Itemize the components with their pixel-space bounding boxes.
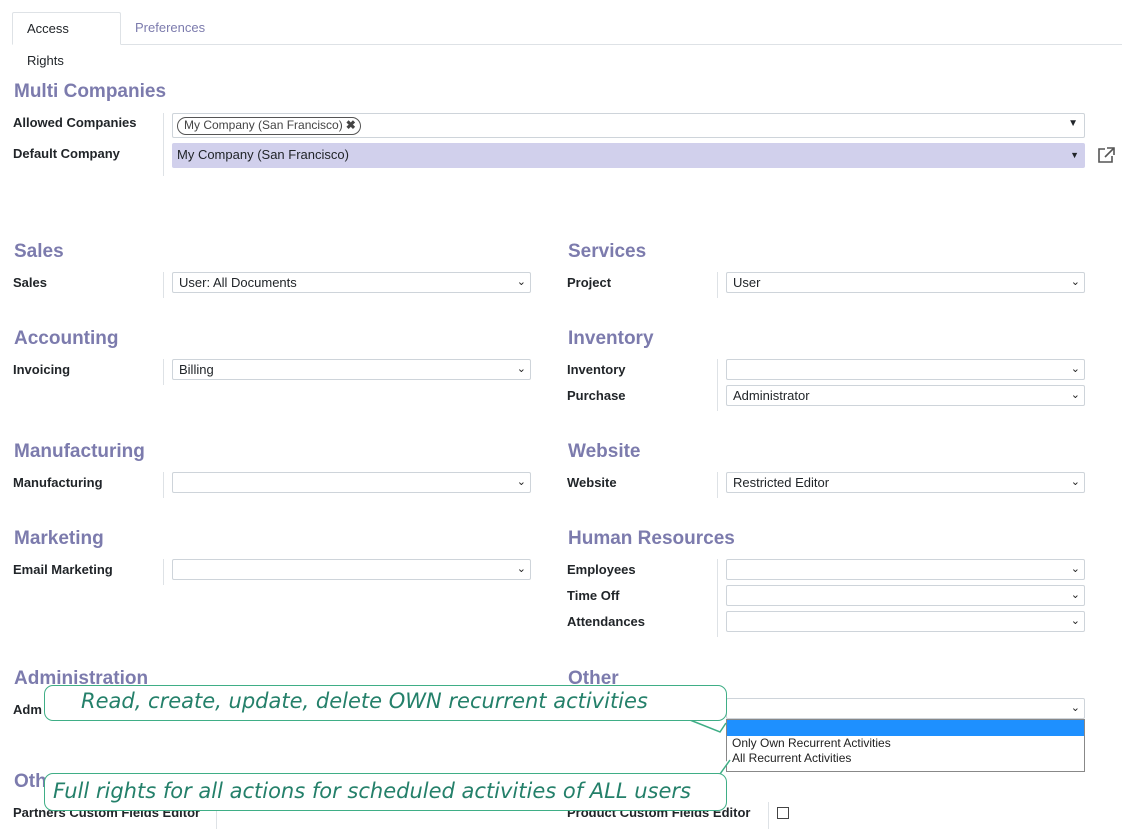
callout-own-text: Read, create, update, delete OWN recurre… (81, 689, 648, 713)
callout-own-activities: Read, create, update, delete OWN recurre… (44, 685, 727, 721)
callout-all-activities: Full rights for all actions for schedule… (44, 773, 727, 811)
callout-all-text: Full rights for all actions for schedule… (53, 779, 691, 803)
